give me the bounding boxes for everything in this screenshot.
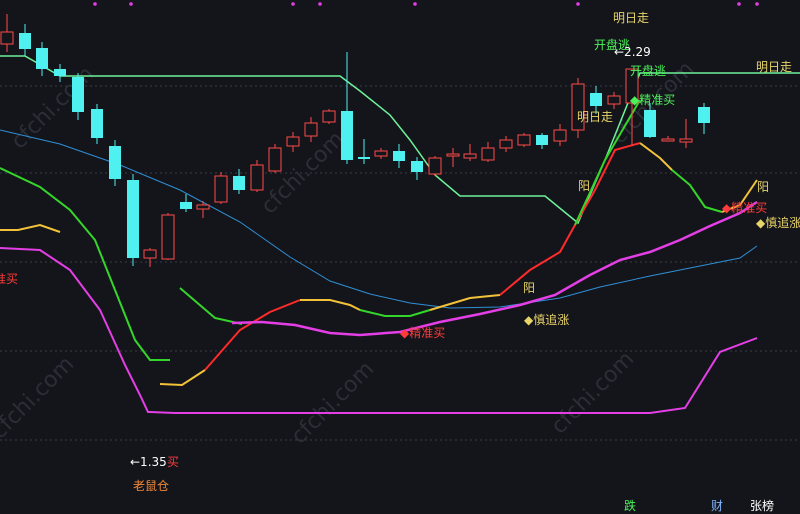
green-line-right bbox=[671, 169, 723, 213]
yellow-line-left bbox=[0, 223, 61, 233]
label-ming-ri-zou-top: 明日走 bbox=[613, 11, 649, 25]
candle-body bbox=[553, 129, 567, 142]
label-yang-3: 阳 bbox=[523, 281, 535, 295]
candle-body bbox=[358, 157, 370, 159]
tab-die[interactable]: 跌 bbox=[624, 498, 636, 513]
candle-body bbox=[517, 134, 531, 146]
candle-body bbox=[304, 122, 318, 137]
candle-body bbox=[322, 110, 336, 123]
label-high-marker: ←2.29 bbox=[614, 45, 651, 59]
candle-body bbox=[661, 138, 675, 142]
candle-body bbox=[180, 202, 192, 209]
candle-body bbox=[109, 146, 121, 179]
kline-chart: cfchi.com cfchi.com cfchi.com cfchi.com … bbox=[0, 2, 800, 513]
label-low-marker-suffix: 买 bbox=[167, 455, 179, 469]
label-ming-ri-zou-mid: 明日走 bbox=[577, 110, 613, 124]
candle-body bbox=[233, 176, 245, 190]
yellow-line-mid bbox=[300, 299, 361, 311]
red-trend-line bbox=[204, 299, 301, 371]
label-zhun-mai-left: 准买 bbox=[0, 272, 18, 286]
watermark-text: cfchi.com bbox=[0, 352, 79, 445]
label-yang-1: 阳 bbox=[578, 179, 590, 193]
tab-cai[interactable]: 财 bbox=[711, 499, 723, 513]
candle-body bbox=[268, 147, 282, 172]
watermark-text: cfchi.com bbox=[547, 347, 640, 440]
candle-body bbox=[127, 180, 139, 258]
candle-body bbox=[161, 214, 175, 260]
yellow-line-top bbox=[639, 142, 673, 171]
candle-body bbox=[72, 77, 84, 112]
candle-body bbox=[679, 138, 693, 143]
candle-body bbox=[374, 150, 388, 157]
candle-body bbox=[499, 139, 513, 149]
magenta-line-2 bbox=[231, 200, 758, 337]
chart-stage: cfchi.com cfchi.com cfchi.com cfchi.com … bbox=[0, 0, 800, 514]
candle-body bbox=[536, 135, 548, 145]
candle-body bbox=[214, 175, 228, 203]
candle-body bbox=[341, 111, 353, 160]
green-trend-line-2 bbox=[179, 287, 243, 325]
candle-body bbox=[428, 157, 442, 175]
magenta-line bbox=[0, 247, 758, 414]
label-ming-ri-zou-right: 明日走 bbox=[756, 60, 792, 74]
candle-body bbox=[393, 151, 405, 161]
label-jing-zhun-mai-top: ◆精准买 bbox=[630, 93, 675, 107]
candle-body bbox=[590, 93, 602, 106]
candle-body bbox=[196, 204, 210, 210]
label-low-marker: ←1.35 bbox=[130, 455, 167, 469]
red-trend-line-2 bbox=[499, 142, 641, 296]
yellow-line-bottom bbox=[159, 369, 206, 387]
label-jing-zhun-mai-right: ◆精准买 bbox=[722, 201, 767, 215]
label-lao-shu-cang: 老鼠仓 bbox=[133, 479, 169, 493]
candle-body bbox=[446, 153, 460, 157]
label-jing-zhun-mai-mid: ◆精准买 bbox=[400, 326, 445, 340]
green-line-mid bbox=[359, 309, 431, 317]
label-kai-pan-tao-2: 开盘逃 bbox=[630, 63, 666, 78]
candle-body bbox=[36, 48, 48, 69]
candle-body bbox=[250, 164, 264, 191]
candle-body bbox=[143, 249, 157, 259]
bottom-tabs: 跌 财 张榜 bbox=[624, 498, 774, 513]
candle-body bbox=[19, 33, 31, 49]
candle-body bbox=[54, 69, 66, 76]
label-shen-zhui-zhang-2: ◆慎追涨 bbox=[524, 312, 569, 327]
candle-body bbox=[91, 109, 103, 138]
candle-body bbox=[286, 136, 300, 147]
candle-body bbox=[0, 31, 14, 45]
green-trend-line bbox=[0, 167, 170, 361]
watermark-text: cfchi.com bbox=[287, 357, 380, 450]
label-shen-zhui-zhang-1: ◆慎追涨 bbox=[756, 215, 800, 230]
candle-body bbox=[698, 107, 710, 123]
candle-body bbox=[481, 147, 495, 161]
candle-body bbox=[463, 153, 477, 159]
tab-zhang-bang[interactable]: 张榜 bbox=[750, 498, 774, 513]
label-yang-2: 阳 bbox=[757, 180, 769, 194]
candle-body bbox=[607, 95, 621, 105]
top-markers bbox=[93, 2, 759, 6]
candle-body bbox=[644, 110, 656, 137]
candle-body bbox=[411, 161, 423, 172]
